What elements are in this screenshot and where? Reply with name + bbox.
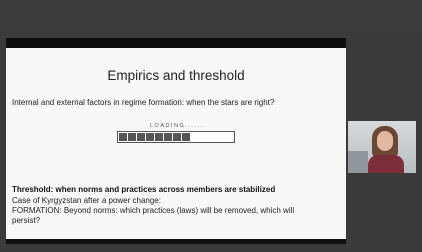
loading-label: LOADING...... (150, 123, 204, 129)
loading-segment (164, 133, 172, 141)
loading-progress-fill (119, 133, 190, 141)
loading-segment (173, 133, 181, 141)
loading-progress-bar (117, 131, 235, 143)
loading-segment (182, 133, 190, 141)
participant-body (368, 155, 404, 173)
loading-segment (128, 133, 136, 141)
participant-face (377, 131, 393, 151)
participant-video-tile[interactable] (348, 121, 416, 173)
loading-segment (119, 133, 127, 141)
loading-segment (155, 133, 163, 141)
slide-body-line: Case of Kyrgyzstan after a power change: (12, 196, 161, 205)
loading-segment (137, 133, 145, 141)
slide-subtitle: Internal and external factors in regime … (12, 98, 275, 107)
meeting-top-bar (0, 0, 422, 38)
loading-segment (146, 133, 154, 141)
presentation-slide: Empirics and threshold Internal and exte… (6, 48, 346, 239)
slide-body-line: FORMATION: Beyond norms: which practices… (12, 206, 295, 215)
video-background-shelf (348, 151, 368, 173)
slide-body-line: persist? (12, 216, 41, 225)
slide-title: Empirics and threshold (107, 68, 245, 83)
threshold-heading: Threshold: when norms and practices acro… (12, 185, 276, 194)
